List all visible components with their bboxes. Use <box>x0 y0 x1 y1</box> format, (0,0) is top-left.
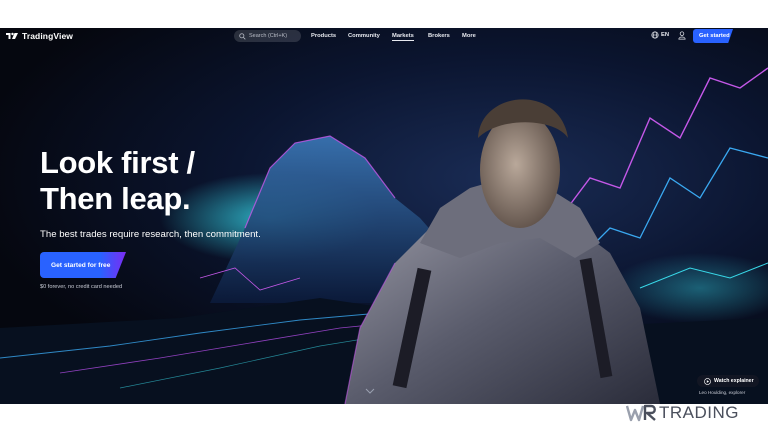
chevron-down-icon[interactable] <box>365 388 375 394</box>
user-icon[interactable] <box>678 31 686 40</box>
nav-link-products[interactable]: Products <box>311 33 336 39</box>
watch-explainer-button[interactable]: Watch explainer <box>697 375 759 387</box>
headline-line-2: Then leap. <box>40 181 191 216</box>
play-icon <box>704 377 711 385</box>
brand-name: TradingView <box>22 31 74 41</box>
top-navigation: TradingView Search (Ctrl+K) Products Com… <box>0 28 768 44</box>
nav-link-brokers[interactable]: Brokers <box>428 33 450 39</box>
search-bar[interactable]: Search (Ctrl+K) <box>234 30 301 42</box>
wr-trading-watermark: TRADING <box>626 403 739 423</box>
headline-line-1: Look first / <box>40 145 195 180</box>
hero-headline: Look first / Then leap. <box>40 145 195 217</box>
top-white-strip <box>0 0 768 28</box>
nav-link-markets[interactable]: Markets <box>392 33 414 41</box>
search-icon <box>239 32 246 40</box>
search-placeholder: Search (Ctrl+K) <box>249 33 288 39</box>
language-selector[interactable]: EN <box>651 31 669 39</box>
wr-trading-text: TRADING <box>659 403 739 422</box>
globe-icon <box>651 31 659 39</box>
tradingview-logo-icon <box>6 32 18 39</box>
watch-explainer-label: Watch explainer <box>714 378 754 384</box>
get-started-free-button[interactable]: Get started for free <box>40 252 126 278</box>
brand-logo[interactable]: TradingView <box>6 31 73 41</box>
wr-logo-mark <box>626 404 656 422</box>
nav-link-more[interactable]: More <box>462 33 476 39</box>
cta-note: $0 forever, no credit card needed <box>40 284 123 290</box>
hero-subheadline: The best trades require research, then c… <box>40 229 261 240</box>
photo-credit[interactable]: Leo Houlding, explorer <box>699 390 745 395</box>
get-started-button[interactable]: Get started <box>693 29 733 43</box>
language-label: EN <box>661 32 670 38</box>
nav-link-community[interactable]: Community <box>348 33 380 39</box>
hero-section: TradingView Search (Ctrl+K) Products Com… <box>0 28 768 404</box>
